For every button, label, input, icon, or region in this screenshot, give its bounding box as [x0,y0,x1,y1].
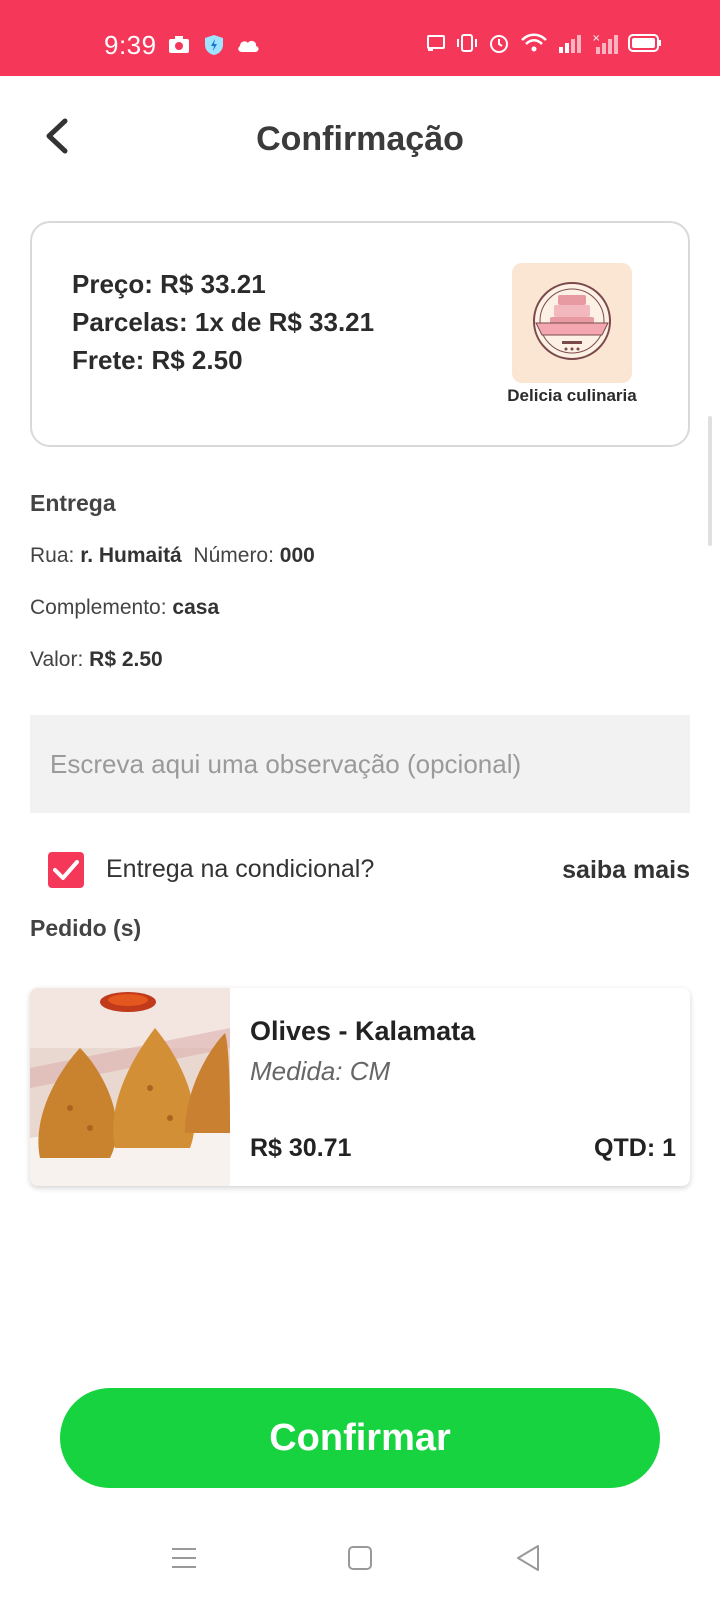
checkmark-icon [53,860,79,880]
delivery-value-label: Valor: [30,648,84,671]
status-bar: 9:39 × [0,0,720,76]
conditional-checkbox[interactable] [48,852,84,888]
battery-icon [628,34,661,52]
summary-lines: Preço: R$ 33.21 Parcelas: 1x de R$ 33.21… [72,265,374,379]
delivery-value-line: Valor: R$ 2.50 [30,648,163,672]
item-size: Medida: CM [250,1056,391,1086]
number-value: 000 [279,544,315,567]
order-summary-card: Preço: R$ 33.21 Parcelas: 1x de R$ 33.21… [30,221,690,447]
scroll-indicator [708,416,712,546]
status-time: 9:39 [104,30,157,60]
number-label: Número: [193,544,274,567]
street-value: r. Humaitá [80,544,182,567]
bakery-logo-icon [533,282,611,360]
item-quantity: QTD: 1 [594,1134,676,1162]
home-square-icon [348,1546,372,1570]
vibrate-icon [457,34,477,52]
installments-text: Parcelas: 1x de R$ 33.21 [72,307,375,337]
cloud-icon [238,40,259,52]
shield-icon [205,35,223,55]
order-item-card[interactable]: Olives - Kalamata Medida: CM R$ 30.71 QT… [30,988,690,1186]
menu-icon [172,1548,196,1568]
nav-home-button[interactable] [340,1538,380,1578]
learn-more-link[interactable]: saiba mais [562,856,690,885]
street-label: Rua: [30,544,75,567]
delivery-value: R$ 2.50 [89,648,163,671]
wifi-icon [521,33,547,52]
system-nav-bar [0,1520,720,1600]
svg-text:×: × [592,33,600,44]
complement-value: casa [172,596,220,619]
status-icons-right: × [426,32,662,54]
store-logo [512,263,632,383]
observation-input[interactable] [30,715,690,813]
alarm-icon [490,35,508,53]
complement-label: Complemento: [30,596,167,619]
store-name: Delicia culinaria [507,386,637,405]
item-name: Olives - Kalamata [250,1016,476,1046]
confirm-button[interactable]: Confirmar [60,1388,660,1488]
delivery-section-title: Entrega [30,490,116,516]
signal-off-icon: × [592,33,618,54]
complement-line: Complemento: casa [30,596,219,620]
signal-icon [559,35,581,53]
product-image [30,988,230,1186]
nav-menu-button[interactable] [164,1538,204,1578]
page-title: Confirmação [256,120,464,158]
cast-icon [427,35,445,51]
conditional-label[interactable]: Entrega na condicional? [106,855,374,884]
nav-back-button[interactable] [508,1538,548,1578]
orders-section-title: Pedido (s) [30,915,142,941]
camera-icon [169,36,189,53]
shipping-text: Frete: R$ 2.50 [72,345,243,375]
back-triangle-icon [517,1545,539,1571]
price-text: Preço: R$ 33.21 [72,269,266,299]
street-line: Rua: r. Humaitá Número: 000 [30,544,315,568]
item-price: R$ 30.71 [250,1134,352,1162]
